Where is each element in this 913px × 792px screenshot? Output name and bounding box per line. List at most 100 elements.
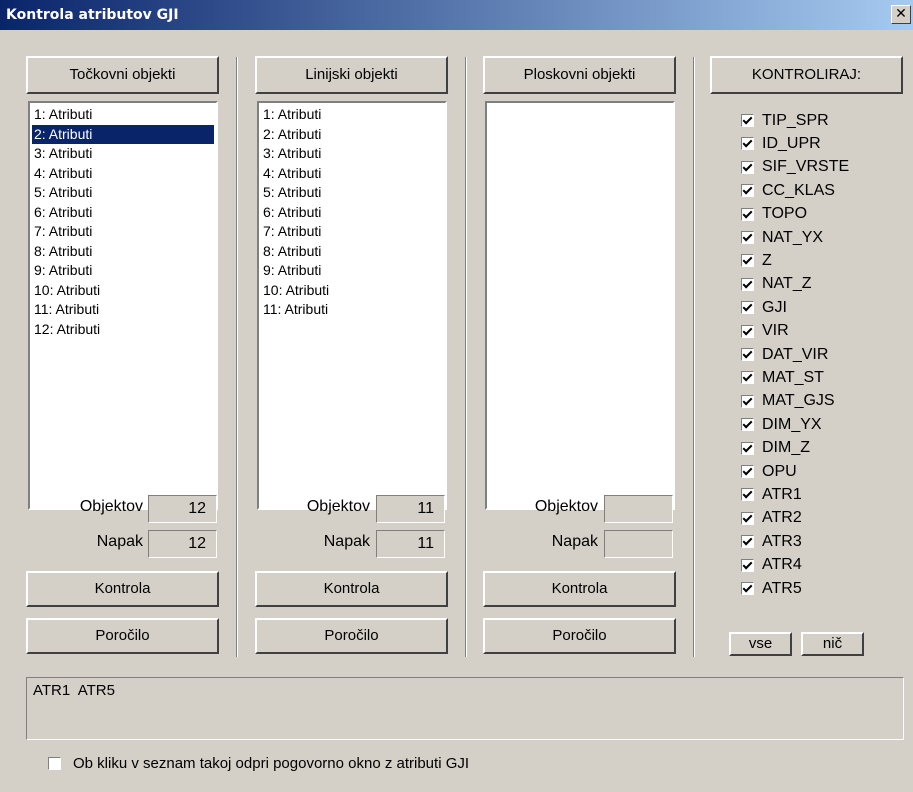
kontrola-button[interactable]: Kontrola [255,571,448,607]
kontroliraj-checkbox-sif-vrste[interactable]: SIF_VRSTE [741,156,849,179]
kontroliraj-checkbox-dim-z[interactable]: DIM_Z [741,437,810,460]
kontroliraj-checkbox-id-upr[interactable]: ID_UPR [741,132,821,155]
list-item[interactable]: 4: Atributi [32,164,214,184]
list-item[interactable]: 9: Atributi [32,261,214,281]
checkbox[interactable] [741,465,754,478]
close-button[interactable]: ✕ [891,5,911,24]
checkbox[interactable] [741,114,754,127]
vse-button[interactable]: vse [729,632,792,656]
checkbox[interactable] [741,535,754,549]
list-item[interactable]: 6: Atributi [261,203,443,223]
list-item[interactable]: 2: Atributi [261,125,443,145]
kontroliraj-checkbox-nat-yx[interactable]: NAT_YX [741,226,823,249]
ploskovni-list[interactable] [485,101,675,510]
checkbox[interactable] [741,137,754,151]
checkbox-label: ID_UPR [762,134,821,152]
checkbox[interactable] [741,511,754,525]
kontroliraj-checkbox-atr3[interactable]: ATR3 [741,530,802,553]
list-item[interactable]: 1: Atributi [32,105,214,125]
kontroliraj-checkbox-dim-yx[interactable]: DIM_YX [741,413,822,436]
checkbox[interactable] [741,301,754,315]
tockovni-list[interactable]: 1: Atributi 2: Atributi 3: Atributi 4: Atri… [28,101,218,510]
kontroliraj-checkbox-mat-gjs[interactable]: MAT_GJS [741,390,835,413]
checkbox[interactable] [741,488,754,502]
porocilo-button[interactable]: Poročilo [483,618,676,654]
list-item[interactable]: 12: Atributi [32,320,214,340]
checkbox[interactable] [741,277,754,291]
checkbox-label: ATR2 [762,509,802,527]
checkbox[interactable] [741,207,754,221]
checkbox-label: VIR [762,322,789,340]
open-dialog-checkbox[interactable] [48,756,61,770]
kontroliraj-checkbox-atr1[interactable]: ATR1 [741,483,802,506]
kontroliraj-checkbox-topo[interactable]: TOPO [741,203,807,226]
porocilo-button[interactable]: Poročilo [255,618,448,654]
kontroliraj-checkbox-vir[interactable]: VIR [741,320,789,343]
checkbox-label: SIF_VRSTE [762,158,850,176]
kontroliraj-checkbox-nat-z[interactable]: NAT_Z [741,273,811,296]
list-item[interactable]: 2: Atributi [32,124,214,144]
list-item[interactable]: 7: Atributi [261,222,443,242]
checkbox-label: DAT_VIR [762,345,829,363]
checkbox[interactable] [741,558,754,572]
list-item[interactable]: 1: Atributi [261,105,443,125]
porocilo-button[interactable]: Poročilo [26,618,219,654]
list-item[interactable]: 3: Atributi [261,144,443,164]
list-item[interactable]: 6: Atributi [32,203,214,223]
list-item[interactable]: 8: Atributi [261,242,443,262]
checkbox[interactable] [741,231,754,244]
checkbox[interactable] [741,160,754,174]
kontroliraj-checkbox-mat-st[interactable]: MAT_ST [741,366,824,389]
kontroliraj-checkbox-atr4[interactable]: ATR4 [741,554,802,577]
checkbox[interactable] [741,184,754,198]
checkbox-label: ATR5 [762,579,802,597]
list-item[interactable]: 8: Atributi [32,242,214,262]
checkbox-label: GJI [762,298,787,316]
checkbox[interactable] [741,394,754,408]
list-item[interactable]: 11: Atributi [261,300,443,320]
tab-linijski-objekti[interactable]: Linijski objekti [255,56,448,94]
open-dialog-checkbox-row[interactable]: Ob kliku v seznam takoj odpri pogovorno … [48,753,469,773]
checkbox-label: NAT_YX [762,228,824,246]
list-item[interactable]: 3: Atributi [32,144,214,164]
kontrola-button[interactable]: Kontrola [483,571,676,607]
column-divider [236,57,238,657]
kontroliraj-checkbox-z[interactable]: Z [741,249,772,272]
list-item[interactable]: 11: Atributi [32,300,214,320]
napak-value: 12 [148,530,217,558]
list-item[interactable]: 4: Atributi [261,164,443,184]
kontroliraj-checkbox-dat-vir[interactable]: DAT_VIR [741,343,828,366]
checkbox[interactable] [741,371,754,385]
list-item[interactable]: 10: Atributi [32,281,214,301]
list-item[interactable]: 5: Atributi [261,183,443,203]
checkbox-label: TIP_SPR [762,111,829,129]
checkbox-label: DIM_Z [762,439,810,457]
tab-ploskovni-objekti[interactable]: Ploskovni objekti [483,56,676,94]
linijski-list[interactable]: 1: Atributi 2: Atributi 3: Atributi 4: Atri… [257,101,447,510]
checkbox-label: ATR1 [762,485,802,503]
list-item[interactable]: 7: Atributi [32,222,214,242]
kontroliraj-checkbox-atr2[interactable]: ATR2 [741,507,802,530]
kontroliraj-checkbox-gji[interactable]: GJI [741,296,787,319]
napak-label: Napak [323,533,370,550]
title-bar: Kontrola atributov GJI ✕ [0,0,913,30]
kontroliraj-checkbox-opu[interactable]: OPU [741,460,797,483]
checkbox[interactable] [741,441,754,455]
kontrola-button[interactable]: Kontrola [26,571,219,607]
checkbox[interactable] [741,348,754,361]
nic-button[interactable]: nič [801,632,864,656]
tab-tockovni-objekti[interactable]: Točkovni objekti [26,56,219,94]
kontroliraj-checkbox-tip-spr[interactable]: TIP_SPR [741,109,829,132]
checkbox[interactable] [741,254,754,268]
list-item[interactable]: 5: Atributi [32,183,214,203]
checkbox[interactable] [741,582,754,595]
checkbox-label: ATR4 [762,556,802,574]
checkbox-label: CC_KLAS [762,181,835,199]
list-item[interactable]: 10: Atributi [261,281,443,301]
checkbox[interactable] [741,418,754,432]
window-title: Kontrola atributov GJI [6,7,179,23]
checkbox[interactable] [741,324,754,338]
kontroliraj-checkbox-cc-klas[interactable]: CC_KLAS [741,179,835,202]
kontroliraj-checkbox-atr5[interactable]: ATR5 [741,577,802,600]
list-item[interactable]: 9: Atributi [261,261,443,281]
